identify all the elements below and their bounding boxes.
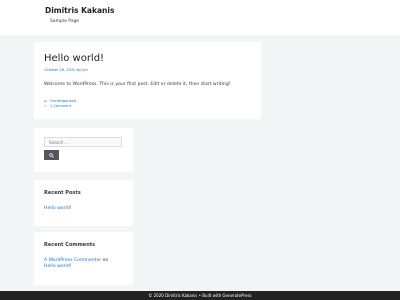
post-category-link[interactable]: Uncategorized: [50, 99, 76, 103]
post-by: by: [76, 68, 82, 72]
post-card: Hello world! October 28, 2020 by jim Wel…: [34, 42, 261, 119]
site-title[interactable]: Dimitris Kakanis: [45, 6, 114, 15]
nav-item-sample-page[interactable]: Sample Page: [50, 19, 79, 24]
search-icon: [49, 152, 54, 158]
recent-comment-post-link[interactable]: Hello world!: [44, 264, 72, 269]
post-category-row: ▰ Uncategorized: [44, 99, 76, 103]
footer-builder-link[interactable]: GeneratePress: [222, 293, 251, 298]
site-header: Dimitris Kakanis Sample Page: [0, 0, 400, 35]
post-content: Welcome to WordPress. This is your first…: [44, 82, 231, 87]
search-widget: [34, 128, 133, 172]
recent-posts-title: Recent Posts: [44, 190, 81, 196]
recent-comments-widget: Recent Comments A WordPress Commenter on…: [34, 232, 133, 285]
post-title[interactable]: Hello world!: [44, 53, 104, 64]
recent-post-link[interactable]: Hello world!: [44, 206, 72, 211]
folder-icon: ▰: [44, 99, 47, 103]
comment-icon: ✎: [44, 104, 47, 108]
search-button[interactable]: [44, 150, 59, 160]
site-footer: © 2020 Dimitris Kakanis • Built with Gen…: [0, 291, 400, 300]
post-comments-link[interactable]: 1 Comment: [50, 104, 71, 108]
recent-comment-line: A WordPress Commenter on: [44, 258, 108, 263]
recent-posts-widget: Recent Posts Hello world!: [34, 180, 133, 226]
recent-comments-title: Recent Comments: [44, 242, 96, 248]
post-meta: October 28, 2020 by jim: [44, 68, 88, 72]
search-input[interactable]: [44, 137, 122, 147]
recent-comment-author[interactable]: A WordPress Commenter: [44, 258, 101, 263]
post-date[interactable]: October 28, 2020: [44, 68, 76, 72]
post-comments-row: ✎ 1 Comment: [44, 104, 71, 108]
footer-copyright: © 2020 Dimitris Kakanis • Built with: [148, 293, 222, 298]
recent-comment-on: on: [102, 258, 109, 263]
post-author[interactable]: jim: [82, 68, 88, 72]
